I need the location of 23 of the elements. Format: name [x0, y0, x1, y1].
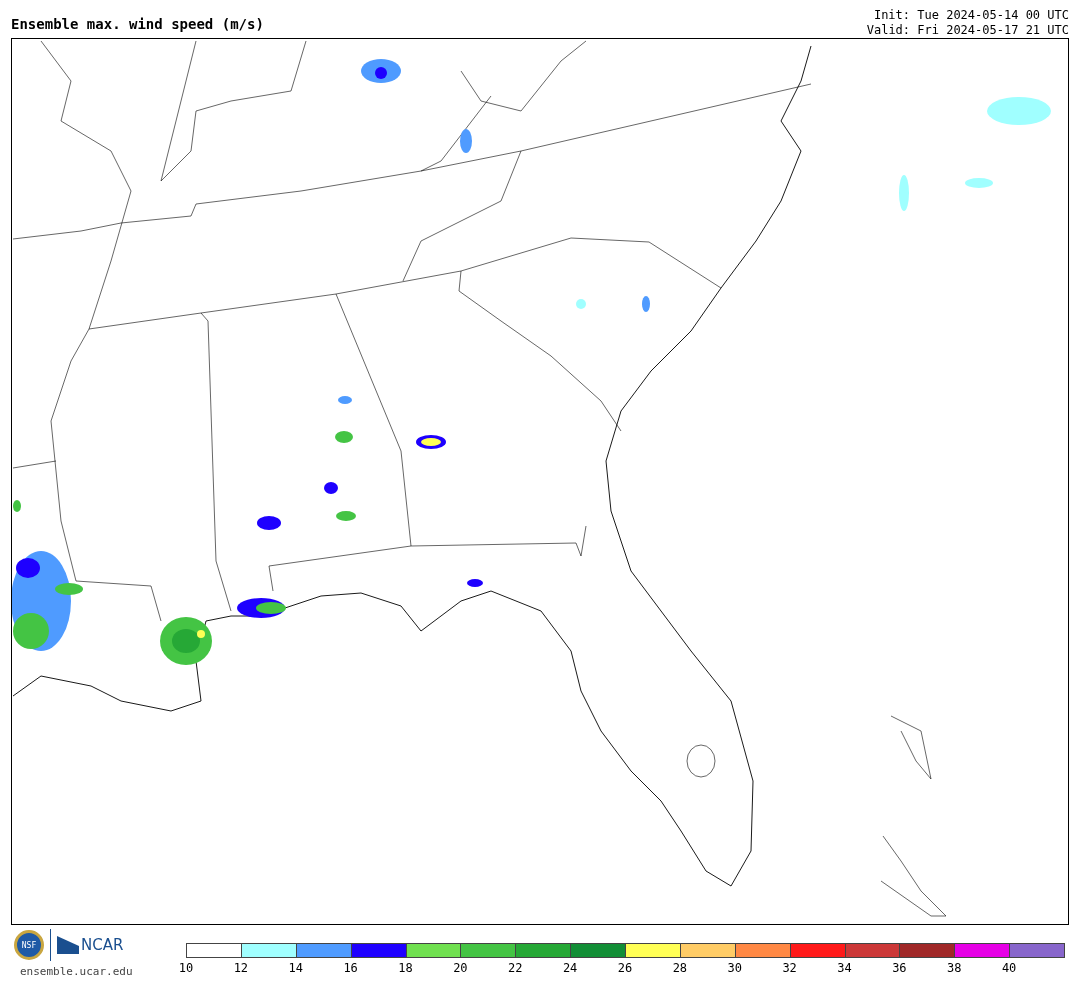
- colorbar-label: 24: [562, 961, 578, 975]
- colorbar-label: 40: [1001, 961, 1017, 975]
- colorbar-label: 22: [508, 961, 523, 975]
- nsf-logo: NSF: [14, 930, 44, 960]
- colorbar-label: 26: [617, 961, 633, 975]
- colorbar-label: 38: [947, 961, 962, 975]
- ncar-logo: NCAR: [81, 936, 124, 954]
- colorbar-label: 14: [288, 961, 303, 975]
- colorbar-label: 30: [727, 961, 742, 975]
- colorbar-label: 16: [343, 961, 358, 975]
- ncar-logo-icon: [57, 936, 79, 954]
- colorbar-label: 32: [782, 961, 797, 975]
- colorbar-label: 12: [233, 961, 249, 975]
- map-title: Ensemble max. wind speed (m/s): [11, 16, 264, 34]
- colorbar-label: 36: [892, 961, 907, 975]
- colorbar-label: 34: [837, 961, 852, 975]
- site-url: ensemble.ucar.edu: [20, 965, 133, 978]
- valid-time: Valid: Fri 2024-05-17 21 UTC: [866, 23, 1069, 38]
- colorbar-label: 28: [672, 961, 688, 975]
- init-time: Init: Tue 2024-05-14 00 UTC: [873, 8, 1069, 23]
- colorbar-label: 10: [178, 961, 194, 975]
- colorbar-label: 18: [398, 961, 413, 975]
- colorbar-label: 20: [453, 961, 468, 975]
